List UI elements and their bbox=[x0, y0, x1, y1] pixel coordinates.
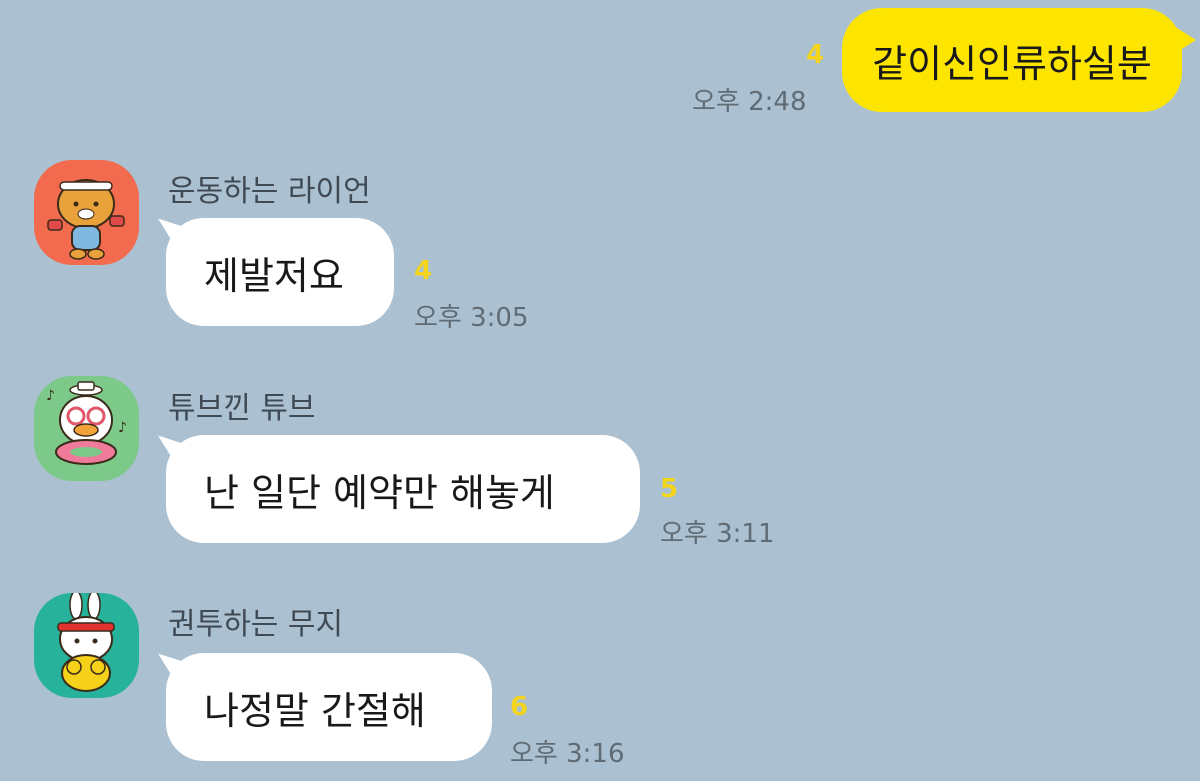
message-time: 오후 3:11 bbox=[660, 519, 775, 549]
unread-count: 4 bbox=[414, 256, 433, 286]
message-text: 제발저요 bbox=[204, 253, 344, 298]
avatar-image bbox=[34, 593, 139, 698]
message-text: 같이신인류하실분 bbox=[872, 41, 1152, 86]
sender-name: 운동하는 라이언 bbox=[168, 174, 371, 209]
tube-duck-icon[interactable]: ♪ ♪ bbox=[34, 376, 139, 481]
sender-name: 권투하는 무지 bbox=[168, 607, 344, 642]
ryan-exercising-icon[interactable] bbox=[34, 160, 139, 265]
message-bubble[interactable]: 제발저요 bbox=[166, 218, 394, 326]
message-text: 나정말 간절해 bbox=[204, 688, 426, 733]
svg-text:♪: ♪ bbox=[118, 420, 127, 436]
chat-room[interactable]: 같이신인류하실분 4 오후 2:48 운동하는 라이언 제발저요 4 오후 3:… bbox=[0, 0, 1200, 781]
unread-count: 4 bbox=[806, 40, 825, 70]
message-time: 오후 3:16 bbox=[510, 739, 625, 769]
my-message-bubble[interactable]: 같이신인류하실분 bbox=[842, 8, 1196, 112]
unread-count: 5 bbox=[660, 474, 679, 504]
message-time: 오후 3:05 bbox=[414, 303, 529, 333]
svg-text:♪: ♪ bbox=[46, 388, 55, 404]
message-bubble[interactable]: 난 일단 예약만 해놓게 bbox=[166, 435, 640, 543]
message-bubble[interactable]: 나정말 간절해 bbox=[166, 653, 492, 761]
muzi-boxing-icon[interactable] bbox=[34, 593, 139, 698]
avatar-image: ♪ ♪ bbox=[34, 376, 139, 481]
avatar-image bbox=[34, 160, 139, 265]
message-text: 난 일단 예약만 해놓게 bbox=[204, 470, 555, 515]
message-time: 오후 2:48 bbox=[692, 87, 807, 117]
unread-count: 6 bbox=[510, 692, 529, 722]
sender-name: 튜브낀 튜브 bbox=[168, 391, 316, 426]
